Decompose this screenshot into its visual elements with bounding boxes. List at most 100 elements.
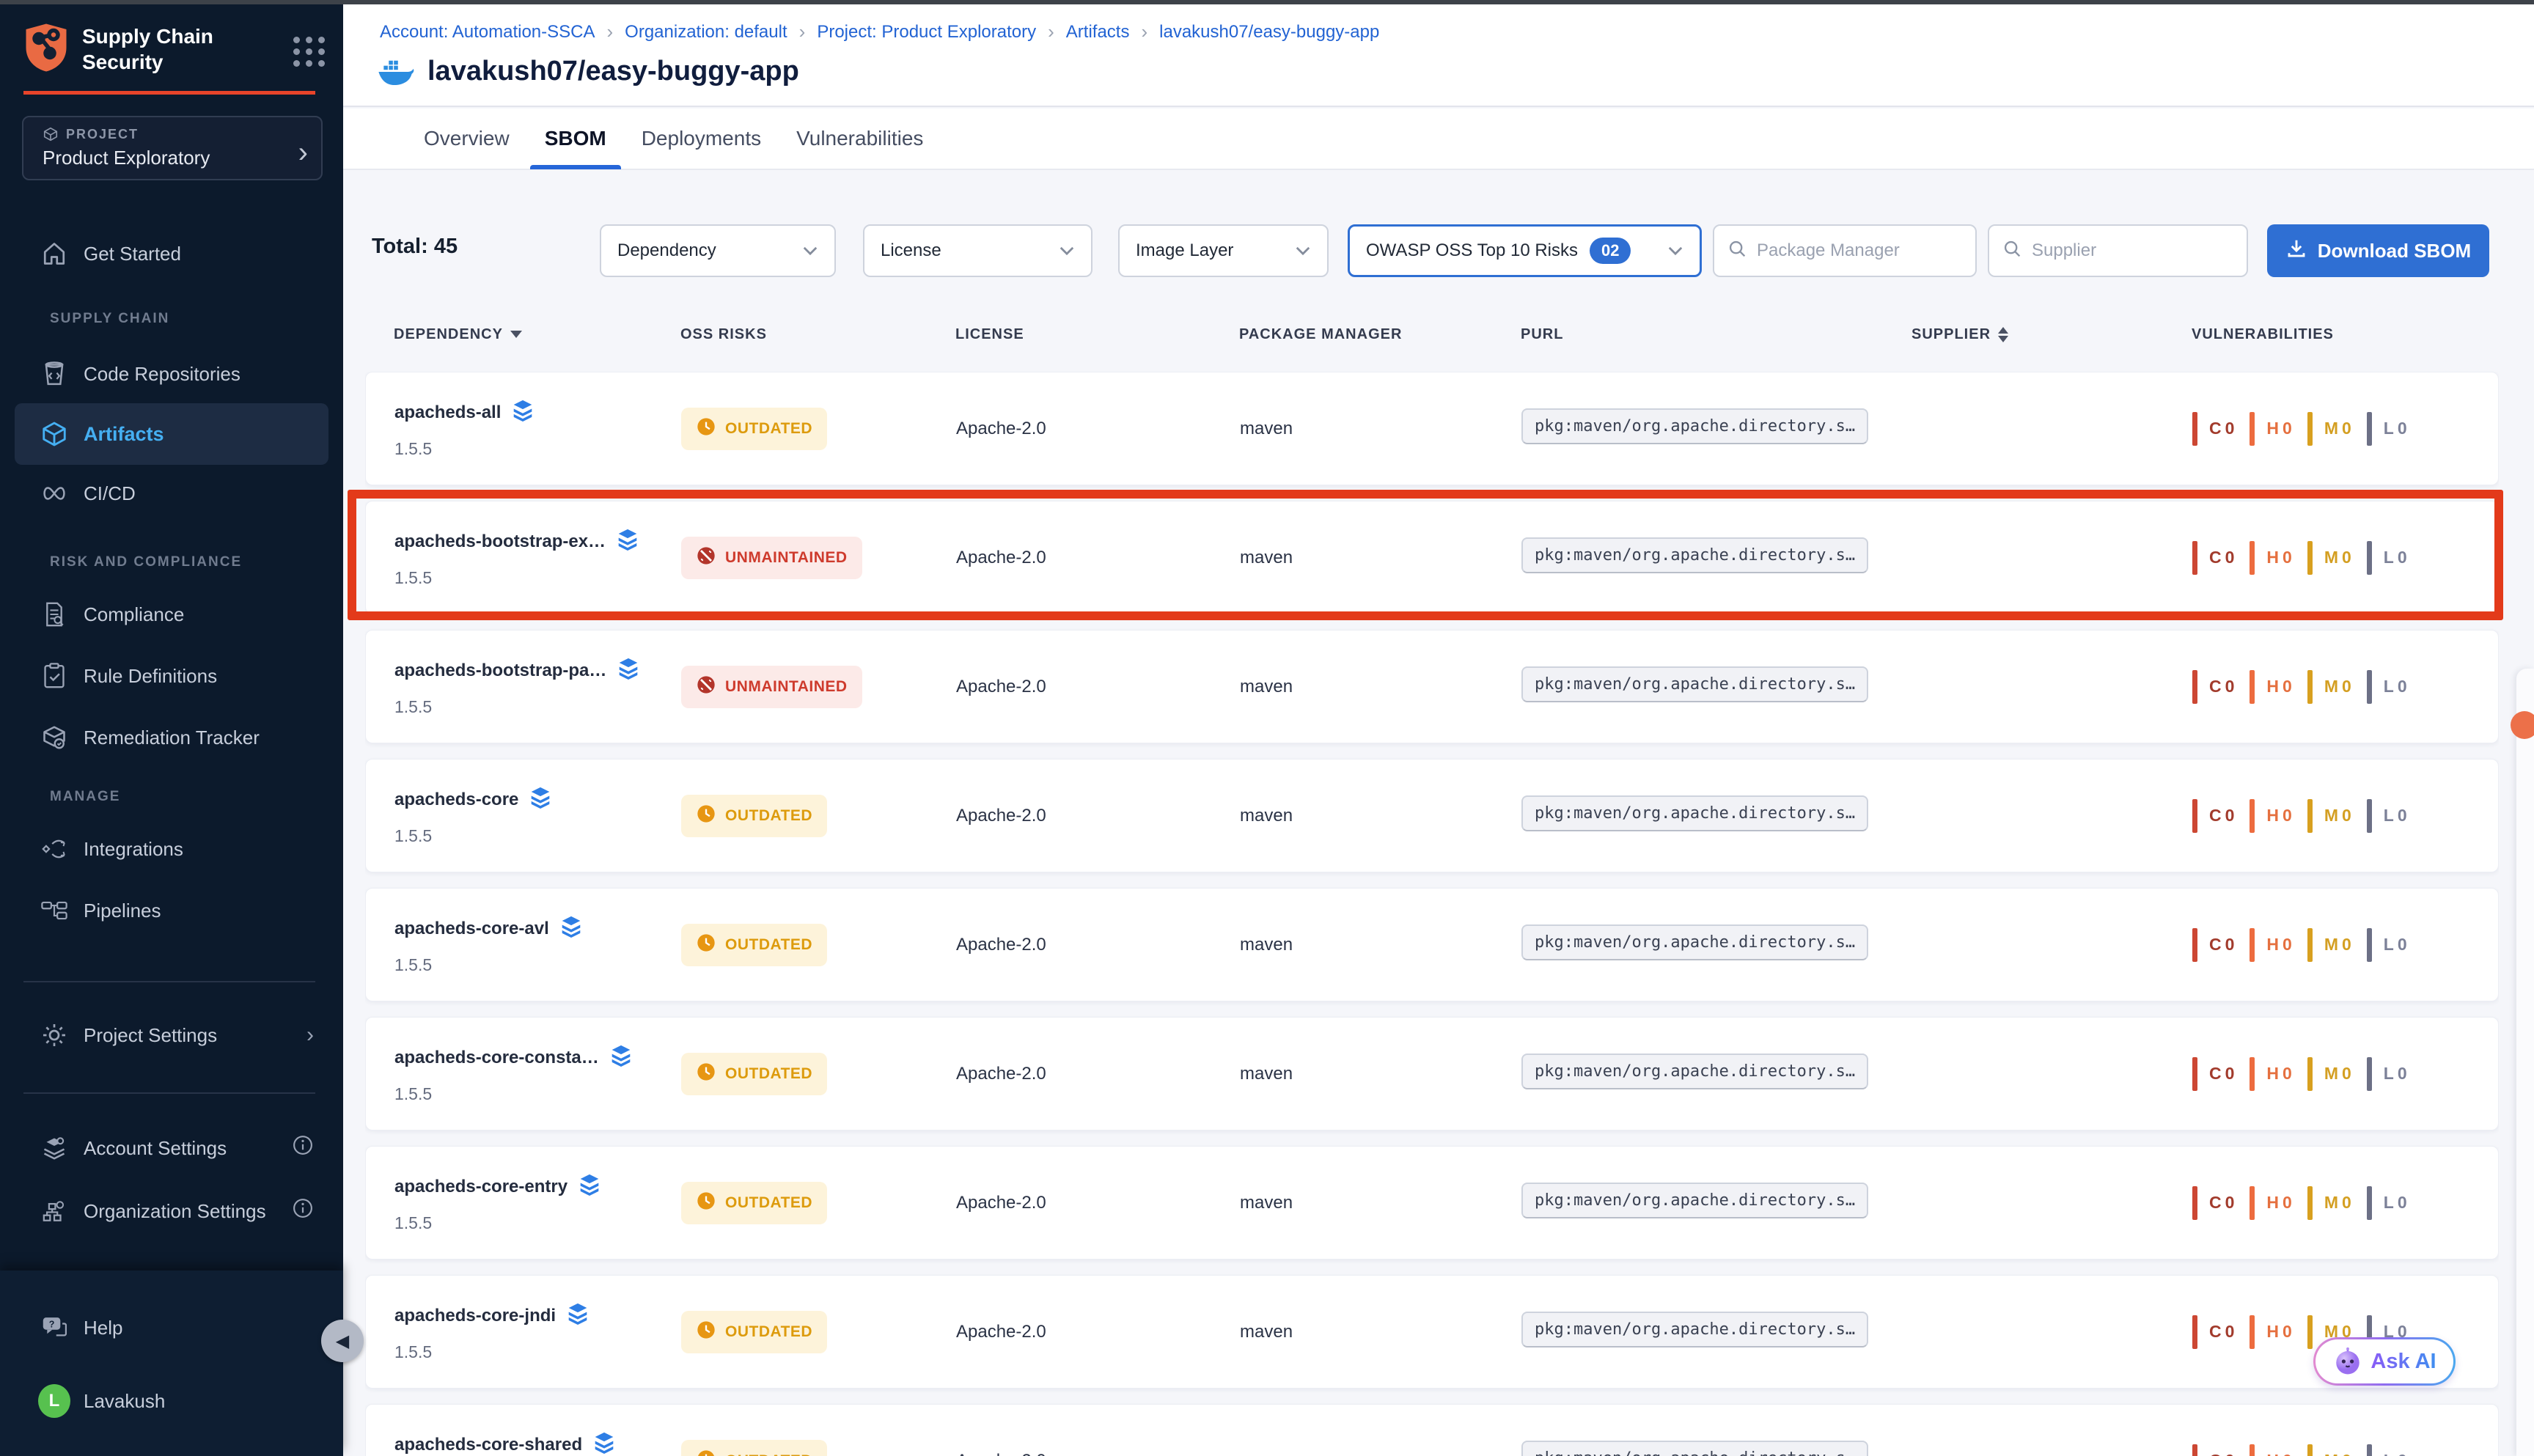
purl-pill[interactable]: pkg:maven/org.apache.directory.s… <box>1521 666 1868 702</box>
image-layer-filter-dropdown[interactable]: Image Layer <box>1118 224 1329 277</box>
oss-risk-badge: OUTDATED <box>681 924 827 966</box>
oss-risk-badge: OUTDATED <box>681 1440 827 1456</box>
table-row[interactable]: apacheds-core 1.5.5 OUTDATED Apache-2.0 … <box>365 759 2499 872</box>
table-row[interactable]: apacheds-core-avl 1.5.5 OUTDATED Apache-… <box>365 888 2499 1001</box>
package-manager-search[interactable] <box>1713 224 1977 277</box>
column-header-package-manager: PACKAGE MANAGER <box>1239 326 1521 343</box>
table-row[interactable]: apacheds-core-jndi 1.5.5 OUTDATED Apache… <box>365 1275 2499 1389</box>
svg-text:?: ? <box>49 1319 55 1329</box>
sidebar-item-help[interactable]: ? Help <box>0 1307 343 1348</box>
info-icon[interactable] <box>292 1197 314 1225</box>
owasp-risks-filter-dropdown[interactable]: OWASP OSS Top 10 Risks 02 <box>1348 224 1702 277</box>
sidebar-item-cicd[interactable]: CI/CD <box>0 473 343 514</box>
critical-count: C0 <box>2209 935 2238 955</box>
breadcrumb-current[interactable]: lavakush07/easy-buggy-app <box>1159 22 1379 43</box>
layers-icon <box>529 786 552 815</box>
project-selector[interactable]: PROJECT Product Exploratory › <box>22 116 323 180</box>
breadcrumb-project[interactable]: Project: Product Exploratory <box>817 22 1036 43</box>
breadcrumb-organization[interactable]: Organization: default <box>625 22 787 43</box>
oss-risk-label: OUTDATED <box>725 1065 812 1083</box>
sidebar-item-code-repositories[interactable]: Code Repositories <box>0 353 343 394</box>
ask-ai-button[interactable]: Ask AI <box>2313 1337 2456 1386</box>
dependency-version: 1.5.5 <box>394 826 681 846</box>
total-count: Total: 45 <box>372 235 458 259</box>
purl-pill[interactable]: pkg:maven/org.apache.directory.s… <box>1521 1441 1868 1456</box>
oss-risk-badge: OUTDATED <box>681 1311 827 1353</box>
sidebar-item-compliance[interactable]: Compliance <box>0 594 343 635</box>
critical-count: C0 <box>2209 677 2238 696</box>
tab-vulnerabilities[interactable]: Vulnerabilities <box>779 108 941 169</box>
medium-count: M0 <box>2324 806 2355 826</box>
purl-pill[interactable]: pkg:maven/org.apache.directory.s… <box>1521 408 1868 444</box>
column-header-supplier[interactable]: SUPPLIER <box>1911 326 2192 343</box>
vulnerability-counts: C0 H0 M0 L0 <box>2192 670 2498 704</box>
low-count: L0 <box>2384 806 2411 826</box>
purl-pill[interactable]: pkg:maven/org.apache.directory.s… <box>1521 1054 1868 1089</box>
supplier-search-input[interactable] <box>2032 240 2233 261</box>
layers-icon <box>559 915 583 944</box>
vulnerability-counts: C0 H0 M0 L0 <box>2192 928 2498 962</box>
purl-pill[interactable]: pkg:maven/org.apache.directory.s… <box>1521 537 1868 573</box>
dependency-version: 1.5.5 <box>394 1213 681 1233</box>
purl-pill[interactable]: pkg:maven/org.apache.directory.s… <box>1521 924 1868 960</box>
sidebar-item-pipelines[interactable]: Pipelines <box>0 890 343 931</box>
table-row[interactable]: apacheds-core-entry 1.5.5 OUTDATED Apach… <box>365 1146 2499 1260</box>
package-manager-value: maven <box>1240 1193 1521 1213</box>
table-row[interactable]: apacheds-bootstrap-pa… 1.5.5 UNMAINTAINE… <box>365 630 2499 743</box>
module-grid-icon[interactable] <box>293 37 326 67</box>
high-bar <box>2250 928 2255 962</box>
page-header: Account: Automation-SSCA › Organization:… <box>343 0 2534 107</box>
license-filter-dropdown[interactable]: License <box>863 224 1092 277</box>
package-manager-value: maven <box>1240 1451 1521 1456</box>
chevron-down-icon <box>1667 240 1683 261</box>
table-row[interactable]: apacheds-all 1.5.5 OUTDATED Apache-2.0 m… <box>365 372 2499 485</box>
tab-overview[interactable]: Overview <box>406 108 527 169</box>
sidebar-item-account-settings[interactable]: Account Settings <box>0 1128 343 1169</box>
table-row[interactable]: apacheds-core-shared 1.5.5 OUTDATED Apac… <box>365 1404 2499 1456</box>
sidebar-item-project-settings[interactable]: Project Settings › <box>0 1015 343 1056</box>
layers-icon <box>592 1431 616 1456</box>
sidebar-item-artifacts[interactable]: Artifacts <box>15 403 328 465</box>
breadcrumb-artifacts[interactable]: Artifacts <box>1066 22 1130 43</box>
dependency-filter-dropdown[interactable]: Dependency <box>600 224 836 277</box>
breadcrumb-account[interactable]: Account: Automation-SSCA <box>380 22 595 43</box>
outdated-clock-icon <box>696 416 716 441</box>
vulnerability-counts: C0 H0 M0 L0 <box>2192 799 2498 833</box>
sidebar-divider <box>23 981 315 982</box>
sidebar-item-get-started[interactable]: Get Started <box>0 233 343 274</box>
purl-pill[interactable]: pkg:maven/org.apache.directory.s… <box>1521 1312 1868 1347</box>
medium-count: M0 <box>2324 548 2355 567</box>
repository-icon <box>38 361 70 387</box>
info-icon[interactable] <box>292 1134 314 1162</box>
scrollbar-track[interactable] <box>2516 669 2534 1456</box>
low-count: L0 <box>2384 548 2411 567</box>
critical-bar <box>2192 1444 2197 1456</box>
table-row[interactable]: apacheds-core-consta… 1.5.5 OUTDATED Apa… <box>365 1017 2499 1130</box>
table-row-highlighted[interactable]: apacheds-bootstrap-ex… 1.5.5 UNMAINTAINE… <box>365 501 2499 614</box>
column-header-dependency[interactable]: DEPENDENCY <box>394 326 680 343</box>
sidebar-item-integrations[interactable]: Integrations <box>0 828 343 869</box>
sidebar-item-organization-settings[interactable]: Organization Settings <box>0 1191 343 1232</box>
purl-pill[interactable]: pkg:maven/org.apache.directory.s… <box>1521 1183 1868 1218</box>
purl-pill[interactable]: pkg:maven/org.apache.directory.s… <box>1521 795 1868 831</box>
high-bar <box>2250 799 2255 833</box>
sidebar: Supply Chain Security PROJECT Product Ex… <box>0 0 343 1456</box>
owasp-filter-count-badge: 02 <box>1590 238 1631 264</box>
package-manager-search-input[interactable] <box>1757 240 1962 261</box>
app-title: Supply Chain Security <box>82 22 213 75</box>
tab-deployments[interactable]: Deployments <box>624 108 779 169</box>
supplier-search[interactable] <box>1988 224 2248 277</box>
dependency-name: apacheds-bootstrap-ex… <box>394 532 606 552</box>
sidebar-collapse-handle[interactable]: ◀ <box>321 1320 364 1362</box>
tab-sbom[interactable]: SBOM <box>527 108 624 169</box>
medium-bar <box>2307 928 2313 962</box>
sidebar-item-rule-definitions[interactable]: Rule Definitions <box>0 655 343 696</box>
sbom-content: Total: 45 Dependency License Image Layer… <box>343 170 2534 1456</box>
high-count: H0 <box>2266 935 2295 955</box>
sidebar-item-remediation-tracker[interactable]: Remediation Tracker <box>0 717 343 758</box>
user-menu[interactable]: L Lavakush <box>0 1380 343 1422</box>
license-value: Apache-2.0 <box>956 548 1240 568</box>
breadcrumb-separator: › <box>799 21 806 43</box>
dependency-name: apacheds-core-avl <box>394 919 549 939</box>
download-sbom-button[interactable]: Download SBOM <box>2267 224 2489 277</box>
